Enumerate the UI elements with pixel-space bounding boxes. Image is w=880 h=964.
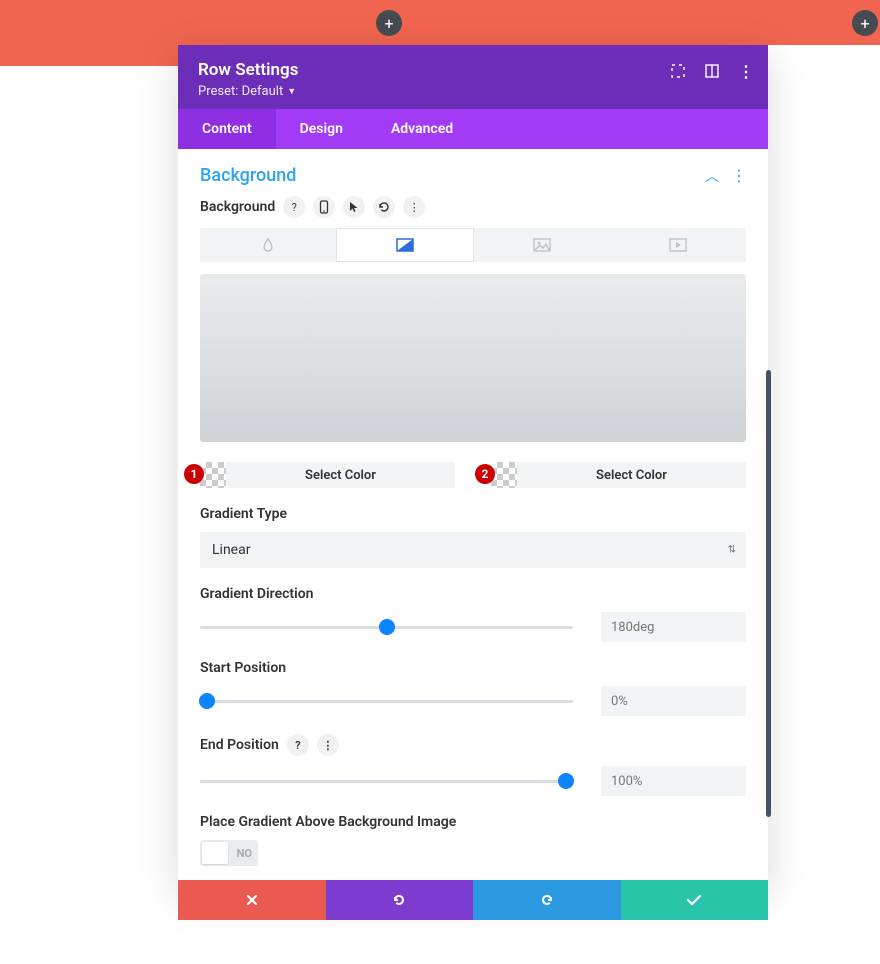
end-position-field: End Position ? ⋮ 100% [200,734,746,796]
bg-tab-color[interactable] [200,228,336,262]
section-more-icon[interactable]: ⋮ [731,168,746,184]
select-color-2-button[interactable]: Select Color [517,462,746,488]
check-icon [686,893,702,907]
save-button[interactable] [621,880,769,920]
gradient-direction-slider[interactable] [200,617,573,637]
bg-tab-gradient[interactable] [336,228,474,262]
place-above-field: Place Gradient Above Background Image NO [200,814,746,866]
settings-tabs: Content Design Advanced [178,109,768,149]
section-header: Background ︿ ⋮ [178,149,768,196]
gradient-direction-label: Gradient Direction [200,586,746,602]
gradient-icon [396,238,414,252]
scrollbar-thumb[interactable] [766,370,771,817]
start-position-field: Start Position 0% [200,660,746,716]
badge-2: 2 [475,464,495,484]
tab-content[interactable]: Content [178,109,276,149]
row-settings-modal: Row Settings Preset: Default ▼ ⋮ Content… [178,45,768,889]
caret-down-icon: ▼ [287,86,296,97]
background-label: Background [200,199,275,215]
video-icon [669,238,687,252]
undo-icon [391,892,407,908]
snap-icon[interactable] [704,63,720,79]
background-field-group: Background ? ⋮ [178,196,768,889]
expand-icon[interactable] [670,63,686,79]
end-position-slider[interactable] [200,771,573,791]
header-icon-group: ⋮ [670,63,754,79]
bg-tab-image[interactable] [474,228,610,262]
modal-body: Background ︿ ⋮ Background ? ⋮ [178,149,768,889]
add-section-button[interactable]: + [376,10,402,36]
preset-selector[interactable]: Preset: Default ▼ [198,84,748,99]
end-position-value[interactable]: 100% [601,766,746,796]
background-type-tabs [200,228,746,262]
end-position-label-text: End Position [200,737,279,753]
gradient-preview [200,274,746,442]
toggle-knob [202,842,228,864]
preset-label: Preset: Default [198,84,283,99]
field-more-icon[interactable]: ⋮ [403,196,425,218]
help-icon[interactable]: ? [283,196,305,218]
gradient-type-label: Gradient Type [200,506,746,522]
place-above-label: Place Gradient Above Background Image [200,814,746,830]
undo-button[interactable] [326,880,474,920]
more-icon[interactable]: ⋮ [738,63,754,79]
start-position-value[interactable]: 0% [601,686,746,716]
modal-title: Row Settings [198,60,748,80]
tab-design[interactable]: Design [276,109,367,149]
bg-tab-video[interactable] [610,228,746,262]
section-title[interactable]: Background [200,165,296,186]
badge-1: 1 [184,464,204,484]
start-position-slider[interactable] [200,691,573,711]
bg-right-block [278,0,880,45]
gradient-color-1: 1 Select Color [200,462,455,488]
collapse-icon[interactable]: ︿ [705,166,719,186]
close-button[interactable] [178,880,326,920]
gradient-direction-field: Gradient Direction 180deg [200,586,746,642]
redo-icon [539,892,555,908]
modal-header: Row Settings Preset: Default ▼ ⋮ [178,45,768,109]
reset-icon[interactable] [373,196,395,218]
start-position-label: Start Position [200,660,746,676]
close-icon [245,893,259,907]
phone-icon[interactable] [313,196,335,218]
modal-footer [178,880,768,920]
gradient-direction-value[interactable]: 180deg [601,612,746,642]
gradient-type-field: Gradient Type Linear [200,506,746,568]
end-position-label: End Position ? ⋮ [200,734,746,756]
gradient-colors-row: 1 Select Color 2 Select Color [200,462,746,488]
toggle-state-label: NO [237,847,252,860]
field-more-icon[interactable]: ⋮ [317,734,339,756]
place-above-toggle[interactable]: NO [200,840,258,866]
image-icon [533,238,551,252]
cursor-icon[interactable] [343,196,365,218]
select-color-1-button[interactable]: Select Color [226,462,455,488]
gradient-type-select[interactable]: Linear [200,532,746,568]
add-section-button-right[interactable]: + [852,10,878,36]
color-drop-icon [260,237,276,253]
redo-button[interactable] [473,880,621,920]
help-icon[interactable]: ? [287,734,309,756]
gradient-color-2: 2 Select Color [491,462,746,488]
tab-advanced[interactable]: Advanced [367,109,477,149]
background-label-row: Background ? ⋮ [200,196,746,218]
